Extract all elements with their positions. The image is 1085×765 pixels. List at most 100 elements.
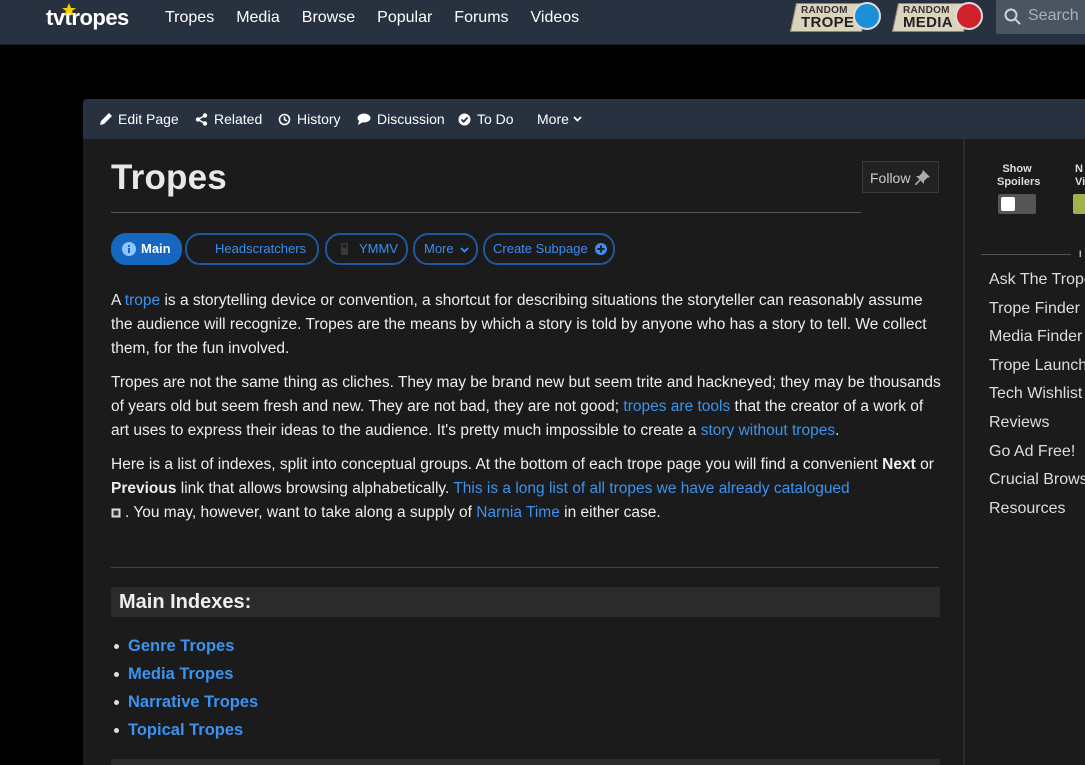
more-actions-label: More (537, 111, 569, 127)
tab-headscratchers-label: Headscratchers (215, 241, 307, 256)
night-vision-toggle[interactable] (1073, 194, 1085, 214)
tab-more[interactable]: More (413, 233, 478, 265)
external-link-icon (111, 508, 121, 518)
sidebar-item-ask-the-tropers[interactable]: Ask The Trope (989, 269, 1085, 298)
long-list-link[interactable]: This is a long list of all tropes we hav… (453, 480, 849, 497)
section-title: Main Indexes: (119, 591, 252, 613)
title-divider (111, 212, 861, 213)
article-body: A trope is a storytelling device or conv… (111, 289, 941, 535)
sidebar-item-go-ad-free[interactable]: Go Ad Free! (989, 441, 1085, 470)
sidebar-item-tech-wishlist[interactable]: Tech Wishlist (989, 383, 1085, 412)
blue-ball-icon (853, 2, 881, 30)
sidebar-item-trope-finder[interactable]: Trope Finder (989, 298, 1085, 327)
random-media-bottom: MEDIA (903, 14, 953, 31)
nav-browse[interactable]: Browse (302, 0, 355, 36)
genre-tropes-link[interactable]: Genre Tropes (128, 637, 234, 655)
create-subpage-button[interactable]: Create Subpage (483, 233, 615, 265)
follow-button[interactable]: Follow (862, 161, 939, 193)
tab-main[interactable]: Main (111, 233, 182, 265)
sidebar-item-trope-launch-pad[interactable]: Trope Launch (989, 355, 1085, 384)
todo-button[interactable]: To Do (458, 99, 514, 139)
show-spoilers-line1: Show (1002, 163, 1032, 175)
list-item: Topical Tropes (111, 716, 258, 744)
list-item: Narrative Tropes (111, 688, 258, 716)
todo-label: To Do (477, 111, 514, 127)
narnia-time-link[interactable]: Narnia Time (476, 504, 560, 521)
nav-forums[interactable]: Forums (454, 0, 508, 36)
edit-page-button[interactable]: Edit Page (100, 99, 179, 139)
previous-bold: Previous (111, 480, 177, 497)
follow-label: Follow (870, 170, 911, 186)
list-item: Media Tropes (111, 660, 258, 688)
content-divider (111, 567, 939, 568)
sidebar-divider (981, 254, 1071, 255)
site-logo[interactable]: tvtropes (46, 3, 129, 35)
nav-popular[interactable]: Popular (377, 0, 432, 36)
right-sidebar: Show Spoilers N Vi I Ask The Trope Trope… (963, 139, 1085, 765)
history-button[interactable]: History (278, 99, 341, 139)
tab-ymmv[interactable]: YMMV (325, 233, 408, 265)
trope-link[interactable]: trope (125, 292, 160, 309)
logo-text: tvtropes (46, 5, 129, 30)
sidebar-item-crucial-browsing[interactable]: Crucial Brows (989, 469, 1085, 498)
check-circle-icon (458, 113, 471, 125)
second-paragraph: Tropes are not the same thing as cliches… (111, 371, 941, 443)
red-ball-icon (955, 2, 983, 30)
media-tropes-link[interactable]: Media Tropes (128, 665, 233, 683)
related-label: Related (214, 111, 263, 127)
discussion-label: Discussion (377, 111, 445, 127)
more-actions-button[interactable]: More (537, 99, 582, 139)
third-paragraph: Here is a list of indexes, split into co… (111, 453, 941, 525)
night-vision-line2: Vi (1075, 176, 1085, 188)
topical-tropes-link[interactable]: Topical Tropes (128, 721, 243, 739)
gas-pump-icon (341, 243, 348, 255)
sidebar-item-resources[interactable]: Resources (989, 498, 1085, 527)
p3-text-d: . You may, however, want to take along a… (125, 504, 477, 521)
p3-text-a: Here is a list of indexes, split into co… (111, 456, 883, 473)
nav-media[interactable]: Media (236, 0, 280, 36)
top-navbar: tvtropes Tropes Media Browse Popular For… (0, 0, 1085, 45)
create-subpage-label: Create Subpage (493, 241, 588, 256)
sidebar-links: Ask The Trope Trope Finder Media Finder … (989, 269, 1085, 526)
logo-star-icon (62, 3, 76, 16)
history-label: History (297, 111, 341, 127)
next-section-header (111, 759, 940, 765)
intro-paragraph: A trope is a storytelling device or conv… (111, 289, 941, 361)
search-input[interactable] (1028, 2, 1085, 30)
main-nav: Tropes Media Browse Popular Forums Video… (165, 0, 601, 36)
pin-icon (915, 170, 930, 185)
plus-circle-icon (595, 243, 607, 255)
pencil-icon (100, 113, 112, 125)
story-without-tropes-link[interactable]: story without tropes (701, 422, 835, 439)
toggle-knob (1001, 197, 1015, 211)
history-icon (278, 113, 291, 125)
nav-videos[interactable]: Videos (531, 0, 580, 36)
search-icon (1004, 8, 1021, 25)
related-button[interactable]: Related (195, 99, 262, 139)
nav-tropes[interactable]: Tropes (165, 0, 214, 36)
random-trope-button[interactable]: RANDOM TROPE (789, 2, 881, 32)
spoilers-toggle[interactable] (998, 194, 1036, 214)
discussion-button[interactable]: Discussion (357, 99, 445, 139)
page-action-bar: Edit Page Related History Discussion To … (83, 99, 1085, 140)
chevron-down-icon (460, 247, 469, 253)
p3-text-e: in either case. (559, 504, 661, 521)
p3-text-b: or (915, 456, 934, 473)
p3-text-c: link that allows browsing alphabetically… (176, 480, 454, 497)
search-box[interactable] (996, 0, 1085, 34)
list-item: Genre Tropes (111, 632, 258, 660)
next-bold: Next (882, 456, 916, 473)
night-vision-label: N Vi (1075, 163, 1085, 189)
sidebar-section-label: I (1079, 249, 1082, 259)
sidebar-item-media-finder[interactable]: Media Finder (989, 326, 1085, 355)
narrative-tropes-link[interactable]: Narrative Tropes (128, 693, 258, 711)
sidebar-item-reviews[interactable]: Reviews (989, 412, 1085, 441)
show-spoilers-label: Show Spoilers (997, 163, 1040, 189)
tab-headscratchers[interactable]: Headscratchers (185, 233, 319, 265)
comment-icon (357, 113, 371, 125)
random-media-button[interactable]: RANDOM MEDIA (891, 2, 983, 32)
main-article: Tropes Follow Main Headscratchers YMMV M… (83, 139, 963, 765)
share-icon (195, 112, 208, 126)
tropes-are-tools-link[interactable]: tropes are tools (623, 398, 730, 415)
section-header: Main Indexes: (111, 587, 940, 617)
